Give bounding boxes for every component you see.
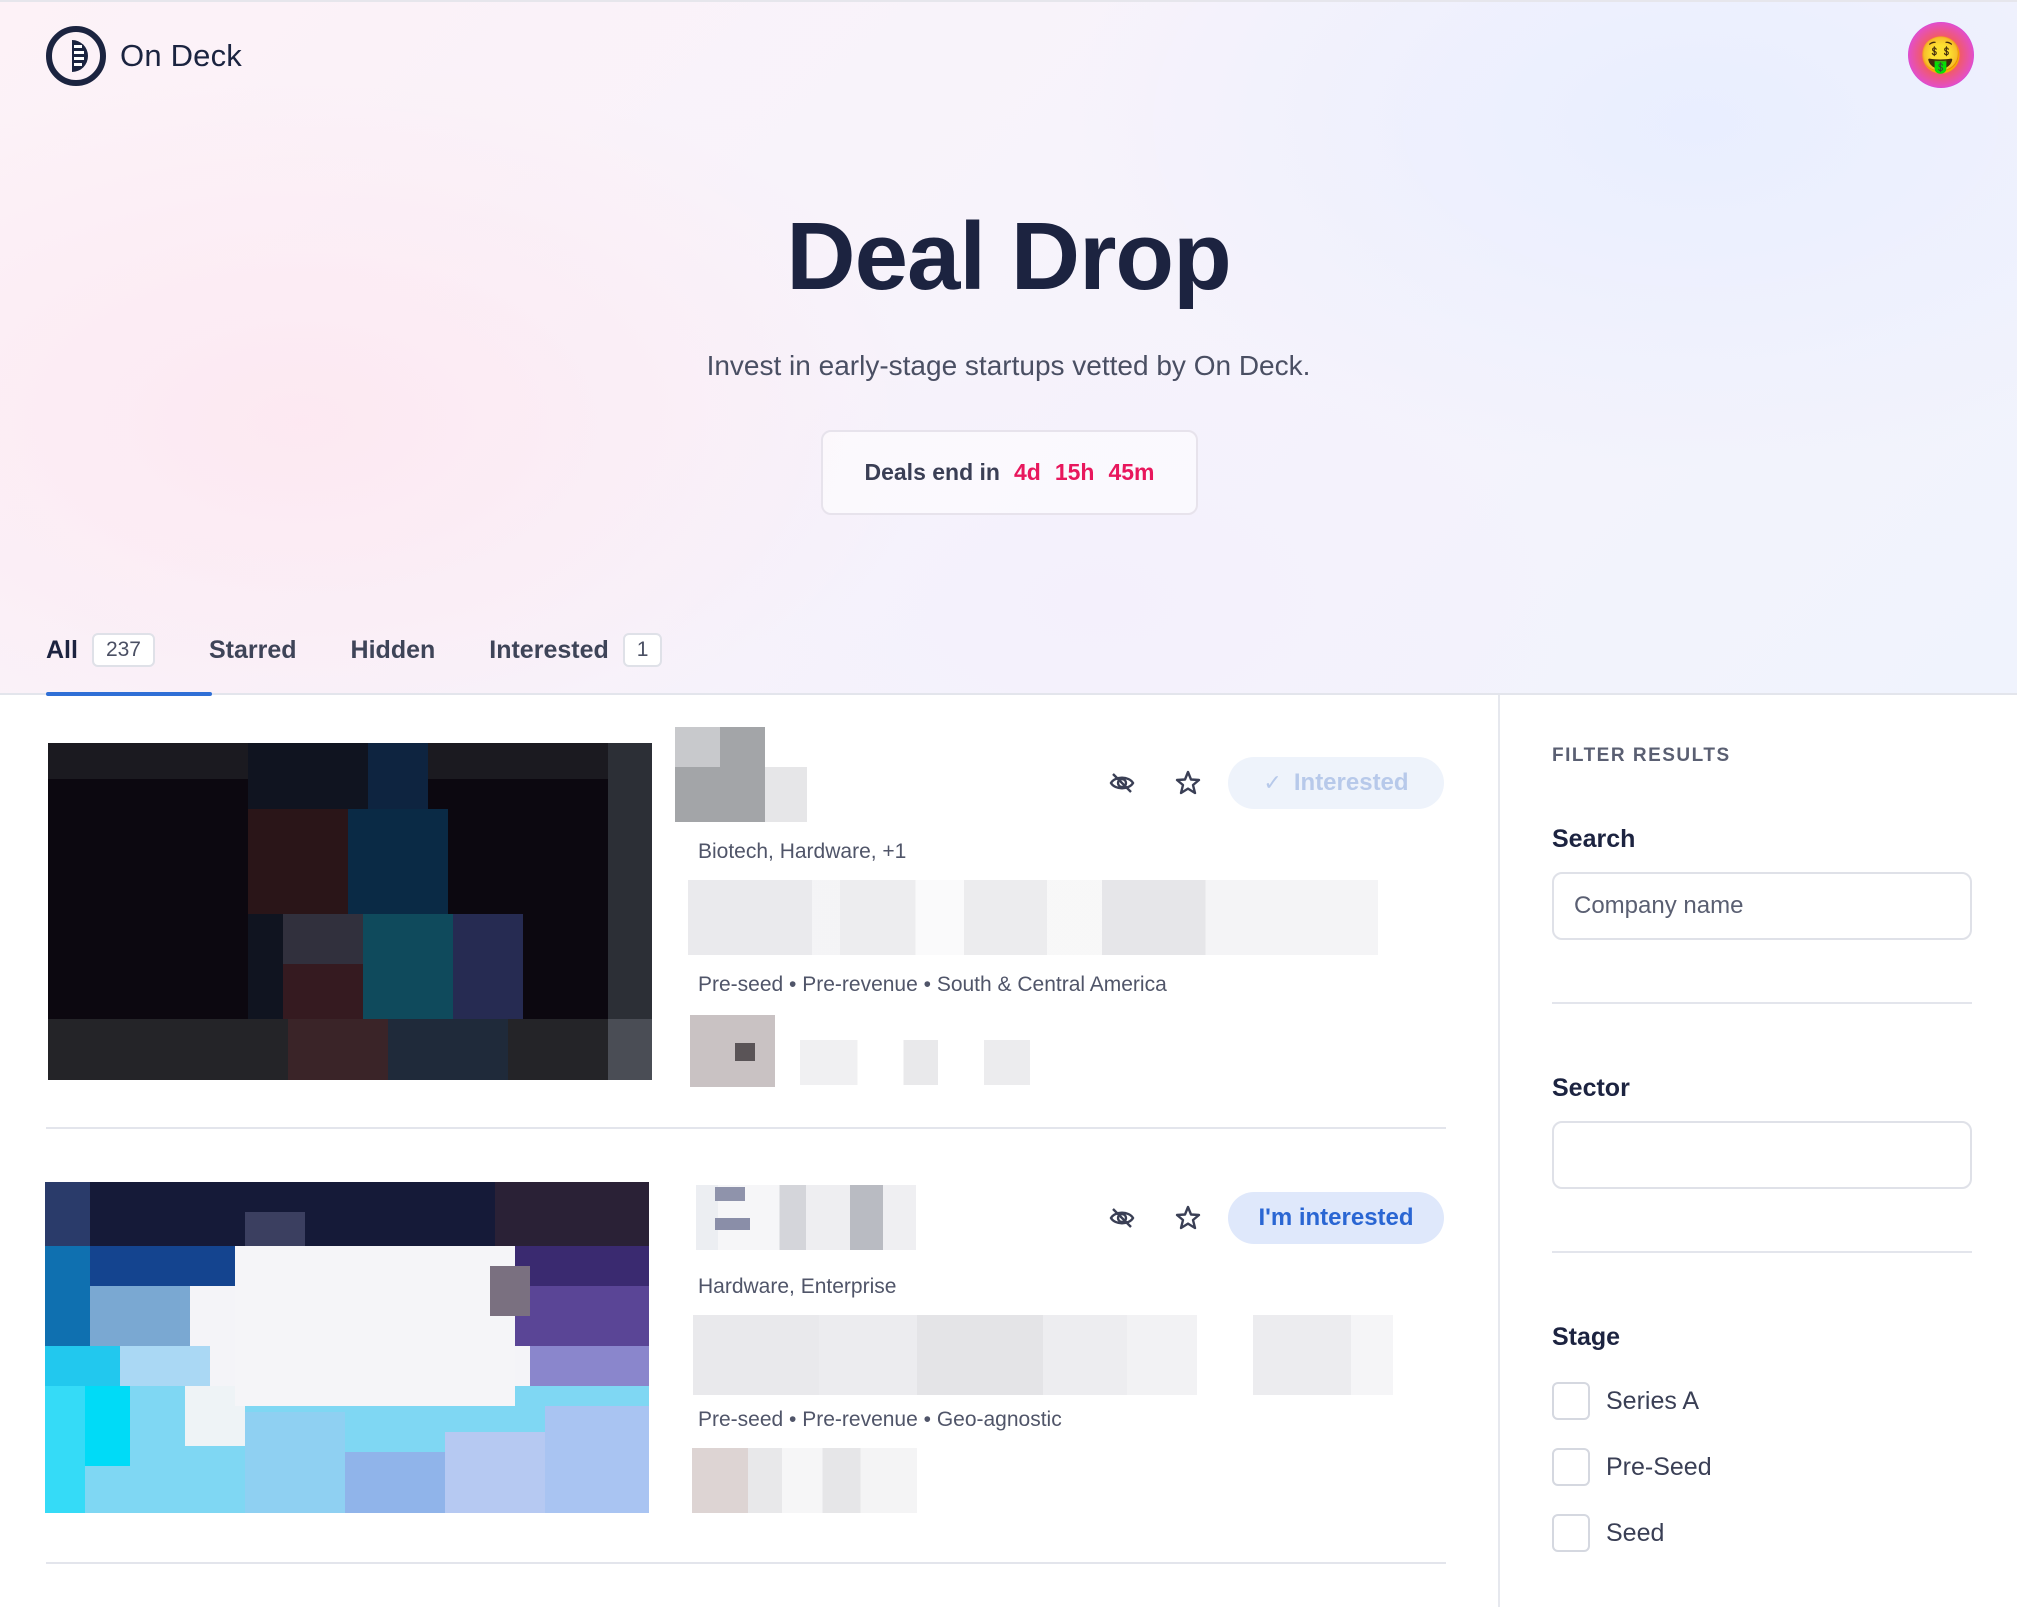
company-logo-part bbox=[765, 767, 807, 822]
hide-deal-button[interactable] bbox=[1102, 763, 1142, 803]
checkbox[interactable] bbox=[1552, 1514, 1590, 1552]
deal-description-redacted bbox=[693, 1315, 1393, 1395]
tab-interested-label: Interested bbox=[489, 635, 609, 664]
tab-all-label: All bbox=[46, 635, 78, 664]
search-input[interactable] bbox=[1552, 872, 1972, 940]
tab-hidden-label: Hidden bbox=[350, 635, 436, 664]
founder-avatar-redacted bbox=[690, 1015, 775, 1087]
company-logo-part bbox=[715, 1187, 745, 1201]
tab-starred[interactable]: Starred bbox=[209, 632, 297, 668]
stage-option-label: Seed bbox=[1606, 1518, 1665, 1547]
active-tab-indicator bbox=[46, 692, 212, 696]
deal-separator bbox=[46, 1562, 1446, 1564]
checkbox[interactable] bbox=[1552, 1448, 1590, 1486]
tab-starred-label: Starred bbox=[209, 635, 297, 664]
company-logo-part bbox=[675, 727, 720, 767]
countdown-minutes: 45m bbox=[1108, 459, 1155, 485]
countdown-hours: 15h bbox=[1054, 459, 1095, 485]
logo[interactable]: On Deck bbox=[46, 26, 242, 86]
countdown-days: 4d bbox=[1013, 459, 1041, 485]
sector-label: Sector bbox=[1552, 1074, 1630, 1102]
stage-checkbox-series-a[interactable]: Series A bbox=[1552, 1382, 1699, 1420]
hide-deal-button[interactable] bbox=[1102, 1198, 1142, 1238]
tab-all[interactable]: All 237 bbox=[46, 632, 155, 668]
deal-thumbnail[interactable] bbox=[48, 743, 652, 1080]
deals-countdown: Deals end in 4d 15h 45m bbox=[821, 430, 1198, 515]
interested-label: Interested bbox=[1293, 769, 1409, 796]
eye-off-icon bbox=[1109, 773, 1135, 793]
sidebar-divider bbox=[1498, 695, 1500, 1607]
on-deck-logo-icon bbox=[46, 26, 106, 86]
page: On Deck 🤑 Deal Drop Invest in early-stag… bbox=[0, 0, 2017, 1607]
filter-separator bbox=[1552, 1002, 1972, 1004]
tab-interested-count: 1 bbox=[622, 633, 663, 667]
deal-sectors: Biotech, Hardware, +1 bbox=[698, 840, 907, 863]
page-subtitle: Invest in early-stage startups vetted by… bbox=[706, 350, 1311, 381]
stage-option-label: Pre-Seed bbox=[1606, 1452, 1712, 1481]
sector-select[interactable] bbox=[1552, 1121, 1972, 1189]
im-interested-label: I'm interested bbox=[1258, 1204, 1414, 1231]
founder-names-redacted bbox=[800, 1040, 1030, 1085]
tab-all-count: 237 bbox=[91, 633, 155, 667]
logo-text: On Deck bbox=[120, 38, 242, 73]
checkbox[interactable] bbox=[1552, 1382, 1590, 1420]
deal-sectors: Hardware, Enterprise bbox=[698, 1275, 897, 1298]
star-deal-button[interactable] bbox=[1168, 763, 1208, 803]
deal-tabs: All 237 Starred Hidden Interested 1 bbox=[46, 632, 716, 697]
filter-panel: FILTER RESULTS Search Sector Stage Serie… bbox=[1552, 745, 1972, 1552]
search-label: Search bbox=[1552, 825, 1636, 853]
deal-separator bbox=[46, 1127, 1446, 1129]
im-interested-button[interactable]: I'm interested bbox=[1228, 1192, 1444, 1244]
stage-checkbox-pre-seed[interactable]: Pre-Seed bbox=[1552, 1448, 1712, 1486]
deal-description-redacted bbox=[688, 880, 1378, 955]
deal-meta: Pre-seed • Pre-revenue • Geo-agnostic bbox=[698, 1408, 1062, 1431]
tab-interested[interactable]: Interested 1 bbox=[489, 632, 663, 668]
user-avatar[interactable]: 🤑 bbox=[1908, 22, 1974, 88]
interested-button[interactable]: ✓ Interested bbox=[1228, 757, 1444, 809]
star-deal-button[interactable] bbox=[1168, 1198, 1208, 1238]
check-icon: ✓ bbox=[1263, 770, 1282, 795]
stage-checkbox-seed[interactable]: Seed bbox=[1552, 1514, 1664, 1552]
stage-option-label: Series A bbox=[1606, 1386, 1700, 1415]
filter-separator bbox=[1552, 1251, 1972, 1253]
hero-section: On Deck 🤑 Deal Drop Invest in early-stag… bbox=[0, 0, 2017, 697]
avatar-emoji: 🤑 bbox=[1919, 36, 1963, 74]
page-title: Deal Drop bbox=[786, 203, 1231, 310]
countdown-label: Deals end in bbox=[864, 459, 1000, 485]
star-icon bbox=[1175, 1205, 1201, 1230]
star-icon bbox=[1175, 770, 1201, 795]
eye-off-icon bbox=[1109, 1208, 1135, 1228]
founder-names-redacted bbox=[692, 1448, 917, 1513]
deal-meta: Pre-seed • Pre-revenue • South & Central… bbox=[698, 973, 1167, 996]
tab-hidden[interactable]: Hidden bbox=[351, 632, 436, 668]
company-logo-part bbox=[715, 1218, 750, 1230]
stage-label: Stage bbox=[1552, 1323, 1621, 1351]
founder-avatar-part bbox=[735, 1043, 755, 1061]
filter-heading: FILTER RESULTS bbox=[1552, 745, 1731, 766]
deal-thumbnail[interactable] bbox=[45, 1182, 649, 1519]
